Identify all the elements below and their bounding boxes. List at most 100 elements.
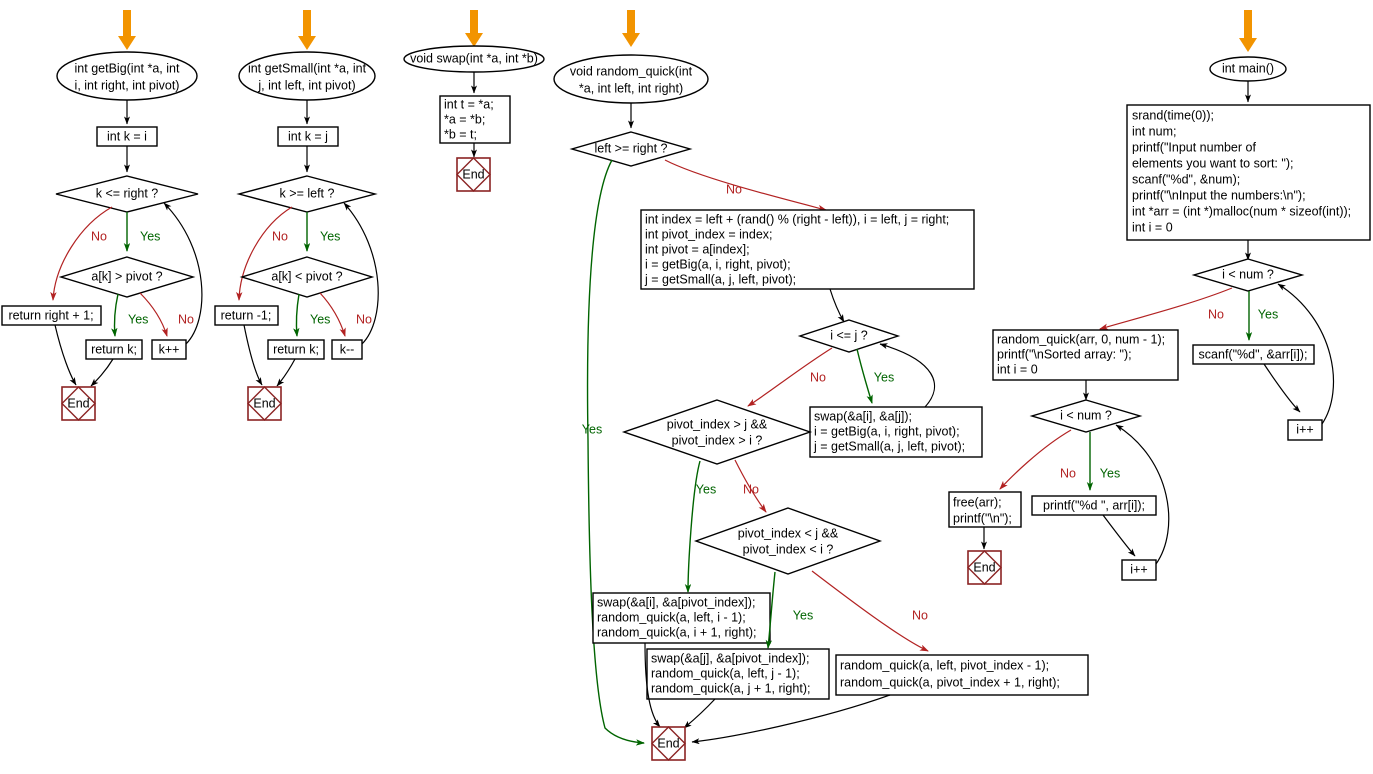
getbig-start-node[interactable] [56, 51, 198, 101]
main-incr-read-label: i++ [1296, 422, 1313, 436]
edge-rq-setup-cond-ij [829, 288, 845, 323]
main-init-line-4: scanf("%d", &num); [1132, 172, 1240, 186]
edge-rq-yes-to-end [586, 159, 645, 746]
main-init-line-7: int i = 0 [1132, 220, 1173, 234]
edge-getbig-cond2-yes [111, 293, 119, 337]
edge-rq-pivot-gt-yes [684, 460, 701, 593]
getsmall-cond1-label: k >= left ? [280, 186, 335, 200]
start-arrow-getsmall [298, 10, 316, 50]
edge-getbig-ret-right-end [54, 324, 77, 386]
main-free-line-0: free(arr); [953, 495, 1002, 509]
getsmall-start-node[interactable] [238, 51, 376, 101]
rq-setup-line-4: j = getSmall(a, j, left, pivot); [644, 272, 796, 286]
flowchart-svg: int getBig(int *a, int i, int right, int… [1, 10, 1371, 761]
rq-cond-pivot-lt-line2: pivot_index < i ? [743, 542, 834, 556]
rq-setup-line-3: i = getBig(a, i, right, pivot); [645, 257, 791, 271]
chart-main: int main() srand(time(0)); int num; prin… [948, 10, 1371, 585]
swap-body-line-1: *a = *b; [444, 112, 485, 126]
main-init-line-1: int num; [1132, 124, 1176, 138]
getsmall-decr-label: k-- [340, 342, 355, 356]
edge-main-print-incr [1102, 514, 1136, 557]
getbig-incr-label: k++ [159, 342, 180, 356]
main-init-line-6: int *arr = (int *)malloc(num * sizeof(in… [1132, 204, 1351, 218]
main-init-line-0: srand(time(0)); [1132, 108, 1214, 122]
start-arrow-swap [465, 10, 483, 47]
main-init-line-2: printf("Input number of [1132, 140, 1256, 154]
edge-getsmall-ret-k-end [276, 358, 296, 387]
main-init-line-3: elements you want to sort: "); [1132, 156, 1293, 170]
main-label-no-read: No [1208, 307, 1224, 321]
getbig-return-right-label: return right + 1; [8, 308, 93, 322]
rq-setup-line-2: int pivot = a[index]; [645, 242, 750, 256]
edge-rq-cond-ij-yes [856, 348, 873, 404]
getbig-label-no2: No [178, 312, 194, 326]
getsmall-start-label-line1: int getSmall(int *a, int [248, 61, 367, 75]
rq-label-no-left-right: No [726, 182, 742, 196]
main-sort-line-0: random_quick(arr, 0, num - 1); [997, 332, 1165, 346]
edge-getbig-ret-k-end [90, 358, 114, 387]
swap-start-label: void swap(int *a, int *b) [410, 51, 538, 65]
rq-setup-line-1: int pivot_index = index; [645, 227, 773, 241]
getbig-return-k-label: return k; [91, 342, 137, 356]
chart-getsmall: int getSmall(int *a, int j, int left, in… [214, 10, 379, 421]
rq-label-no-i-le-j: No [810, 370, 826, 384]
edge-rq-no-to-setup [664, 159, 827, 212]
main-label-yes-print: Yes [1100, 466, 1120, 480]
main-sort-line-2: int i = 0 [997, 362, 1038, 376]
swap-body-line-2: *b = t; [444, 127, 477, 141]
random-quick-start-node[interactable] [553, 54, 709, 104]
swap-body-line-0: int t = *a; [444, 97, 494, 111]
random-quick-start-label-line1: void random_quick(int [570, 64, 693, 78]
getbig-init-label: int k = i [107, 129, 147, 143]
main-start-label: int main() [1222, 61, 1274, 75]
rq-swap-block-line-0: swap(&a[i], &a[j]); [814, 409, 912, 423]
main-label-no-print: No [1060, 466, 1076, 480]
start-arrow-getbig [118, 10, 136, 50]
rq-cond-pivot-lt-node[interactable] [693, 507, 883, 575]
chart-swap: void swap(int *a, int *b) int t = *a; *a… [403, 10, 545, 192]
getbig-label-yes2: Yes [128, 312, 148, 326]
rq-block-i-line-1: random_quick(a, left, i - 1); [597, 610, 746, 624]
main-sort-line-1: printf("\nSorted array: "); [997, 347, 1132, 361]
main-end-label: End [973, 560, 995, 574]
rq-cond-pivot-lt-line1: pivot_index < j && [738, 526, 839, 540]
rq-swap-block-line-1: i = getBig(a, i, right, pivot); [814, 424, 960, 438]
rq-label-yes-i-le-j: Yes [874, 370, 894, 384]
edge-rq-block-pivot-to-end [691, 694, 891, 745]
getbig-cond2-label: a[k] > pivot ? [91, 269, 162, 283]
getbig-start-label-line1: int getBig(int *a, int [75, 61, 180, 75]
rq-cond-pivot-gt-line1: pivot_index > j && [667, 417, 768, 431]
getbig-cond1-label: k <= right ? [96, 186, 159, 200]
edge-getsmall-cond2-yes [293, 293, 300, 337]
getbig-start-label-line2: i, int right, int pivot) [75, 78, 180, 92]
main-label-yes-read: Yes [1258, 307, 1278, 321]
edge-rq-pivot-lt-no [811, 570, 929, 652]
getsmall-return-k-label: return k; [273, 342, 319, 356]
getsmall-init-label: int k = j [288, 129, 328, 143]
flowchart-canvas: int getBig(int *a, int i, int right, int… [0, 0, 1373, 774]
rq-end-label: End [657, 736, 679, 750]
rq-cond-pivot-gt-node[interactable] [621, 399, 813, 465]
edge-main-read-incr [1263, 363, 1301, 413]
swap-end-label: End [462, 167, 484, 181]
rq-block-j-line-1: random_quick(a, left, j - 1); [651, 666, 800, 680]
rq-label-no-pivot-lt: No [912, 608, 928, 622]
main-init-line-5: printf("\nInput the numbers:\n"); [1132, 188, 1306, 202]
rq-cond-left-right-label: left >= right ? [595, 141, 668, 155]
getbig-label-yes1: Yes [140, 229, 160, 243]
rq-label-yes-pivot-lt: Yes [793, 608, 813, 622]
start-arrow-random-quick [622, 10, 640, 47]
rq-block-i-line-0: swap(&a[i], &a[pivot_index]); [597, 595, 755, 609]
rq-block-pivot-line-0: random_quick(a, left, pivot_index - 1); [840, 658, 1049, 672]
getbig-label-no1: No [91, 229, 107, 243]
rq-block-pivot-line-1: random_quick(a, pivot_index + 1, right); [840, 675, 1060, 689]
main-incr-print-label: i++ [1130, 562, 1147, 576]
rq-label-yes-left-right: Yes [582, 422, 602, 436]
main-free-line-1: printf("\n"); [953, 511, 1012, 525]
rq-setup-line-0: int index = left + (rand() % (right - le… [645, 212, 949, 226]
edge-getsmall-ret-minus1-end [243, 324, 263, 386]
getsmall-label-yes2: Yes [310, 312, 330, 326]
main-cond-print-label: i < num ? [1060, 408, 1112, 422]
start-arrow-main [1239, 10, 1257, 52]
getbig-end-label: End [67, 396, 89, 410]
